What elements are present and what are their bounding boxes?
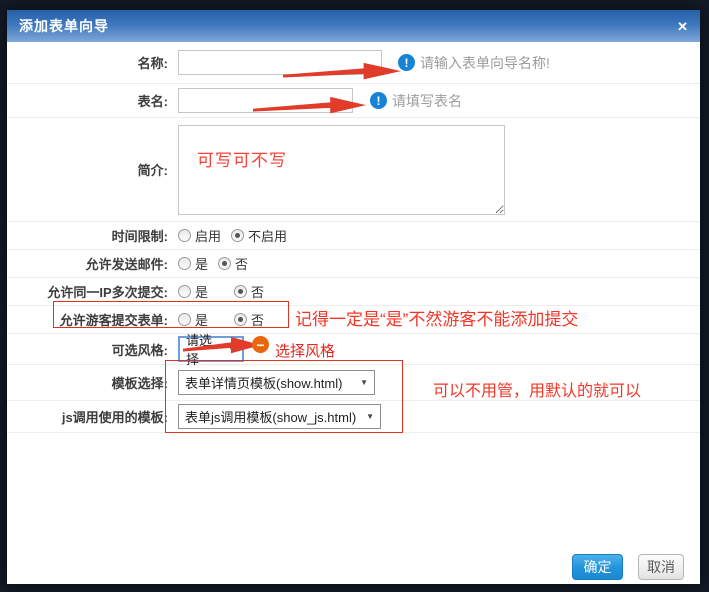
radio-option-disable[interactable]: 不启用 bbox=[231, 226, 287, 245]
annotation-arrow-icon bbox=[283, 61, 401, 83]
annotation-arrow-icon bbox=[183, 336, 263, 356]
radio-label: 不启用 bbox=[248, 226, 287, 245]
name-hint: 请输入表单向导名称! bbox=[420, 53, 550, 73]
time-limit-label: 时间限制: bbox=[7, 226, 168, 245]
allow-multi-ip-label: 允许同一IP多次提交: bbox=[7, 282, 168, 301]
minus-circle-icon: − bbox=[252, 336, 269, 353]
field-row-time-limit: 时间限制: 启用 不启用 bbox=[7, 222, 700, 250]
radio-label: 否 bbox=[235, 254, 248, 273]
cancel-button[interactable]: 取消 bbox=[638, 554, 684, 580]
close-icon[interactable]: ✕ bbox=[677, 20, 688, 33]
field-row-intro: 简介: bbox=[7, 118, 700, 222]
radio-option-enable[interactable]: 启用 bbox=[178, 226, 221, 245]
radio-label: 是 bbox=[195, 254, 208, 273]
radio-icon[interactable] bbox=[231, 229, 244, 242]
allow-email-label: 允许发送邮件: bbox=[7, 254, 168, 273]
radio-option-yes[interactable]: 是 bbox=[178, 254, 208, 273]
intro-label: 简介: bbox=[7, 160, 168, 179]
radio-label: 否 bbox=[251, 282, 264, 301]
guest-annotation-note: 记得一定是“是”不然游客不能添加提交 bbox=[295, 305, 578, 330]
field-row-allow-email: 允许发送邮件: 是 否 bbox=[7, 250, 700, 278]
radio-option-yes[interactable]: 是 bbox=[178, 282, 208, 301]
info-icon: ! bbox=[370, 92, 387, 109]
style-label: 可选风格: bbox=[7, 340, 168, 359]
intro-annotation-note: 可写可不写 bbox=[197, 146, 287, 171]
js-template-label: js调用使用的模板: bbox=[7, 407, 168, 426]
radio-label: 是 bbox=[195, 282, 208, 301]
template-label: 模板选择: bbox=[7, 373, 168, 392]
dialog-title: 添加表单向导 bbox=[19, 16, 109, 36]
radio-icon[interactable] bbox=[178, 257, 191, 270]
name-label: 名称: bbox=[7, 53, 168, 72]
radio-option-no[interactable]: 否 bbox=[234, 282, 264, 301]
style-annotation-note: 选择风格 bbox=[275, 340, 335, 361]
radio-label: 启用 bbox=[195, 226, 221, 245]
template-annotation-note: 可以不用管，用默认的就可以 bbox=[433, 377, 641, 401]
radio-option-no[interactable]: 否 bbox=[218, 254, 248, 273]
radio-icon[interactable] bbox=[234, 285, 247, 298]
radio-icon[interactable] bbox=[178, 285, 191, 298]
table-name-label: 表名: bbox=[7, 91, 168, 110]
add-form-wizard-dialog: 添加表单向导 ✕ 名称: ! 请输入表单向导名称! 表名: ! 请填写表名 简介… bbox=[7, 10, 700, 584]
radio-icon[interactable] bbox=[178, 229, 191, 242]
template-annotation-box bbox=[165, 360, 403, 433]
radio-icon[interactable] bbox=[218, 257, 231, 270]
ok-button[interactable]: 确定 bbox=[572, 554, 623, 580]
annotation-arrow-icon bbox=[253, 95, 366, 117]
guest-annotation-box bbox=[53, 301, 289, 328]
dialog-titlebar: 添加表单向导 ✕ bbox=[7, 10, 700, 42]
table-name-hint: 请填写表名 bbox=[392, 91, 462, 111]
